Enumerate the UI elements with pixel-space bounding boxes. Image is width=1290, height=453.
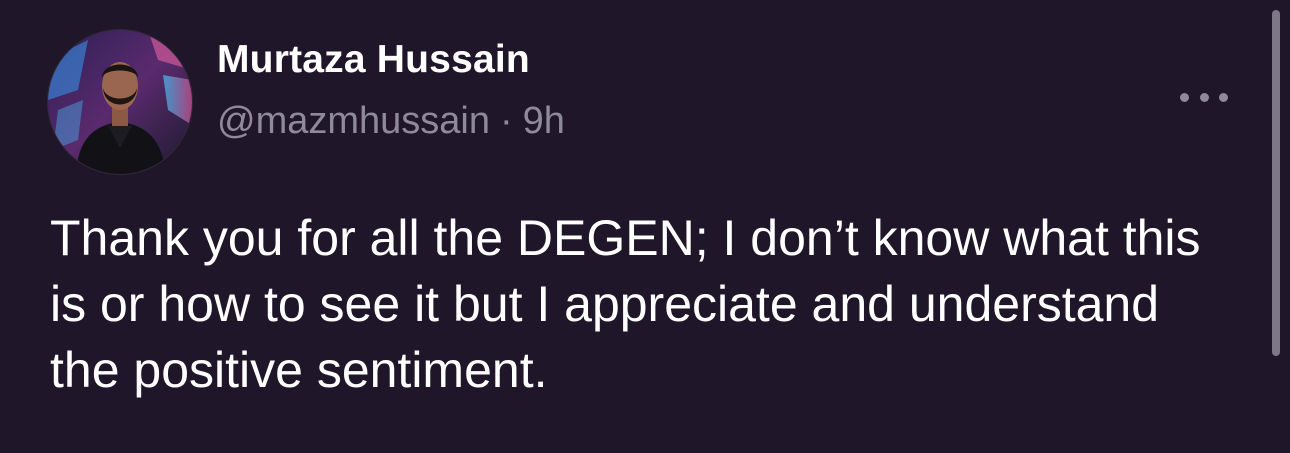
post-meta: @mazmhussain · 9h	[217, 100, 565, 143]
post-card: Murtaza Hussain @mazmhussain · 9h Thank yo…	[0, 0, 1290, 453]
post-timestamp[interactable]: 9h	[523, 100, 565, 142]
more-horizontal-icon	[1180, 92, 1189, 102]
profile-photo-icon	[48, 30, 192, 174]
author-handle[interactable]: @mazmhussain	[217, 100, 490, 142]
more-horizontal-icon	[1219, 92, 1228, 102]
post-text: Thank you for all the DEGEN; I don’t kno…	[50, 210, 1201, 398]
author-name[interactable]: Murtaza Hussain	[217, 38, 530, 82]
avatar[interactable]	[48, 30, 192, 174]
more-horizontal-icon	[1199, 92, 1209, 102]
more-options-button[interactable]	[1180, 85, 1228, 109]
scrollbar[interactable]	[1272, 10, 1280, 356]
meta-separator: ·	[500, 100, 513, 142]
